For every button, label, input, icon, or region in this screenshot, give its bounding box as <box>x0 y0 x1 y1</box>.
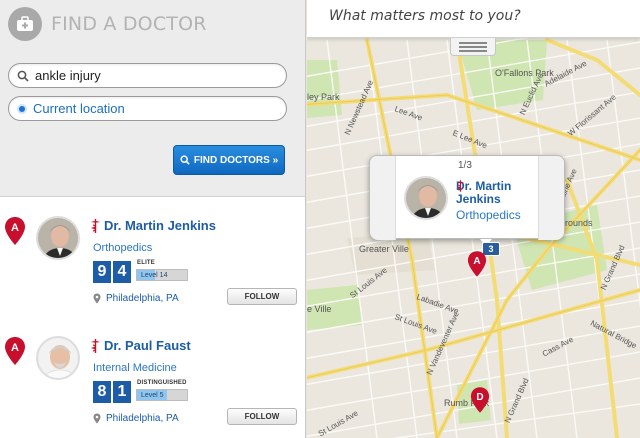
doctor-tier: ELITE <box>137 260 156 266</box>
location-input[interactable] <box>33 101 263 116</box>
score-digit: 4 <box>113 261 131 283</box>
search-icon <box>180 155 190 165</box>
popup-specialty: Orthopedics <box>456 208 521 222</box>
popup-counter: 1/3 <box>458 160 472 171</box>
doctor-name-row[interactable]: Dr. Martin Jenkins <box>90 218 216 233</box>
doctor-location: Philadelphia, PA <box>93 293 179 304</box>
map-place-label: Greater Ville <box>359 244 409 254</box>
level-label: Level 5 <box>141 392 164 399</box>
drawer-handle[interactable] <box>450 38 496 56</box>
pin-letter: A <box>11 222 19 234</box>
map-pin-icon[interactable]: D <box>470 386 490 414</box>
doctor-card[interactable]: A Dr. Martin Jenkins Orthopedics 9 4 ELI… <box>0 216 305 328</box>
location-field[interactable] <box>8 96 287 121</box>
map-top-bar: What matters most to you? <box>307 0 640 38</box>
doctor-location: Philadelphia, PA <box>93 413 179 424</box>
doctor-tier: DISTINGUISHED <box>137 380 187 386</box>
level-bar: Level 5 <box>136 389 188 401</box>
doctor-score: 8 1 <box>93 381 133 403</box>
map-place-label: e Ville <box>307 304 332 314</box>
doctor-avatar[interactable] <box>36 216 80 260</box>
follow-button[interactable]: FOLLOW <box>227 408 297 425</box>
app-title: FIND A DOCTOR <box>51 13 207 35</box>
current-location-icon <box>17 103 27 114</box>
doctor-avatar[interactable] <box>404 176 448 220</box>
doctor-name[interactable]: Dr. Paul Faust <box>104 338 191 353</box>
search-icon <box>17 70 29 82</box>
map-place-label: O'Fallons Park <box>495 68 554 78</box>
map-pin-icon: A <box>5 337 25 365</box>
doctor-specialty: Orthopedics <box>93 242 153 254</box>
pin-letter: D <box>476 392 483 403</box>
search-panel: FIND A DOCTOR FIND DOCTORS » A <box>0 0 306 438</box>
pin-letter: A <box>473 256 480 267</box>
doctor-name[interactable]: Dr. Martin Jenkins <box>104 218 216 233</box>
map-pin-icon[interactable]: A <box>467 250 487 278</box>
caduceus-icon <box>456 180 465 192</box>
doctor-avatar[interactable] <box>36 336 80 380</box>
search-area: FIND A DOCTOR FIND DOCTORS » <box>0 0 305 197</box>
follow-button[interactable]: FOLLOW <box>227 288 297 305</box>
doctor-location-text: Philadelphia, PA <box>106 293 179 304</box>
popup-next-button[interactable] <box>538 156 564 240</box>
location-pin-icon <box>93 293 101 304</box>
level-label: Level 14 <box>141 272 168 279</box>
medical-bag-icon <box>8 7 42 41</box>
caduceus-icon <box>90 338 100 353</box>
doctor-specialty: Internal Medicine <box>93 362 177 374</box>
level-bar: Level 14 <box>136 269 188 281</box>
map-place-label: ley Park <box>307 92 340 102</box>
map-popup[interactable]: 1/3 Dr. Martin Jenkins Orthopedics <box>369 155 565 246</box>
score-digit: 9 <box>93 261 111 283</box>
doctor-name-row[interactable]: Dr. Paul Faust <box>90 338 191 353</box>
map-view[interactable]: O'Fallons Park ley Park Greater Ville e … <box>307 0 640 438</box>
find-doctors-button[interactable]: FIND DOCTORS » <box>173 145 285 175</box>
map-pin-icon: A <box>5 217 25 245</box>
popup-prev-button[interactable] <box>370 156 396 240</box>
score-digit: 8 <box>93 381 111 403</box>
location-pin-icon <box>93 413 101 424</box>
search-field[interactable] <box>8 63 287 88</box>
doctor-card[interactable]: A Dr. Paul Faust Internal Medicine 8 1 D… <box>0 336 305 438</box>
search-input[interactable] <box>35 68 265 83</box>
app-header: FIND A DOCTOR <box>8 6 207 42</box>
caduceus-icon <box>90 218 100 233</box>
doctor-location-text: Philadelphia, PA <box>106 413 179 424</box>
score-digit: 1 <box>113 381 131 403</box>
pin-letter: A <box>11 342 19 354</box>
search-prompt[interactable]: What matters most to you? <box>329 8 521 24</box>
popup-doctor-name[interactable]: Dr. Martin Jenkins <box>456 180 536 206</box>
find-doctors-label: FIND DOCTORS » <box>193 154 279 166</box>
doctor-score: 9 4 <box>93 261 133 283</box>
map-place-label: rounds <box>565 218 593 228</box>
